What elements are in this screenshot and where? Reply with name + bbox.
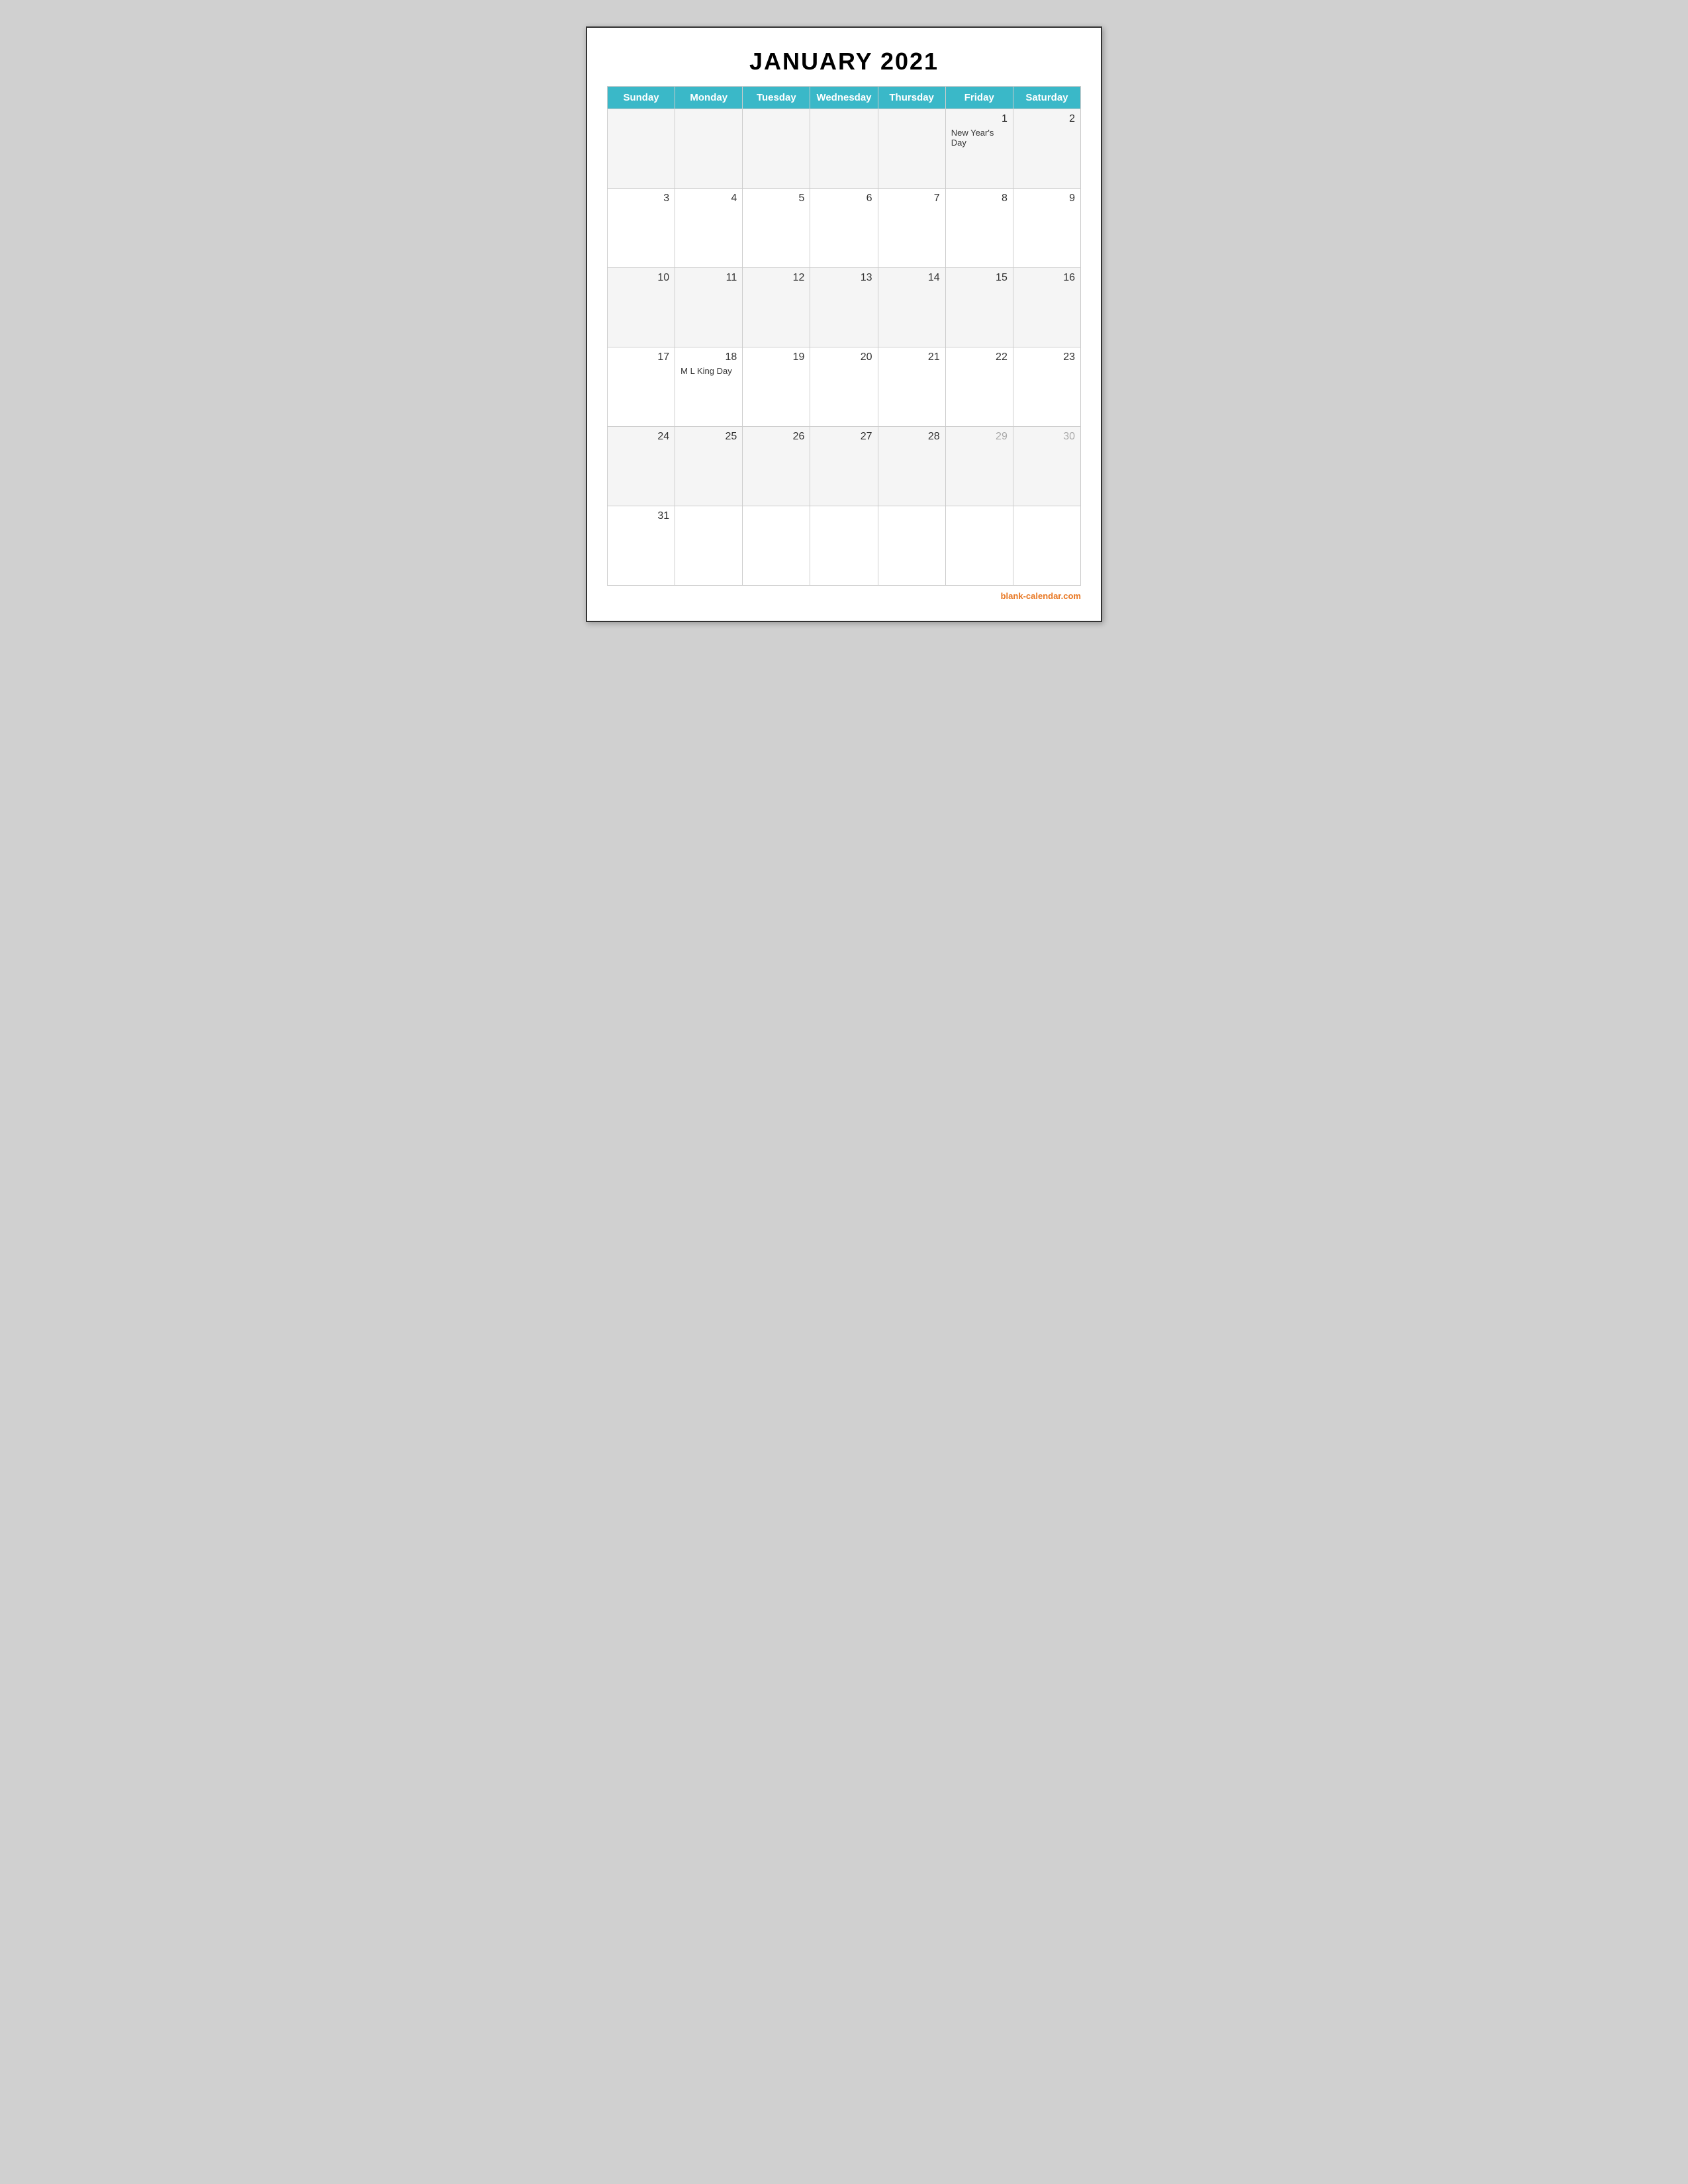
week-row-1: 1 New Year's Day 2 (608, 109, 1081, 189)
day-cell: 21 (878, 347, 945, 427)
day-cell (675, 109, 743, 189)
day-number: 5 (748, 193, 804, 205)
day-cell (743, 506, 810, 586)
day-number: 28 (884, 431, 940, 443)
day-cell: 6 (810, 189, 878, 268)
day-number: 2 (1019, 113, 1075, 125)
day-cell: 9 (1013, 189, 1080, 268)
week-row-2: 3456789 (608, 189, 1081, 268)
day-number: 11 (680, 272, 737, 284)
day-cell: 31 (608, 506, 675, 586)
day-cell (608, 109, 675, 189)
day-number: 27 (816, 431, 872, 443)
day-cell (675, 506, 743, 586)
day-cell (945, 506, 1013, 586)
day-cell: 24 (608, 427, 675, 506)
day-number: 21 (884, 351, 940, 363)
day-cell: 26 (743, 427, 810, 506)
day-cell: 19 (743, 347, 810, 427)
day-cell: 3 (608, 189, 675, 268)
day-number: 23 (1019, 351, 1075, 363)
calendar-table: SundayMondayTuesdayWednesdayThursdayFrid… (607, 86, 1081, 586)
day-number: 12 (748, 272, 804, 284)
day-cell: 22 (945, 347, 1013, 427)
day-number: 29 (951, 431, 1008, 443)
day-number: 14 (884, 272, 940, 284)
day-cell: 28 (878, 427, 945, 506)
day-cell: 17 (608, 347, 675, 427)
day-cell: 5 (743, 189, 810, 268)
day-number: 13 (816, 272, 872, 284)
day-cell: 8 (945, 189, 1013, 268)
header-cell-monday: Monday (675, 87, 743, 109)
footer: blank-calendar.com (607, 591, 1081, 601)
day-number: 1 (951, 113, 1008, 125)
day-number: 9 (1019, 193, 1075, 205)
day-cell (878, 109, 945, 189)
day-number: 10 (613, 272, 669, 284)
day-cell: 16 (1013, 268, 1080, 347)
holiday-label: New Year's Day (951, 128, 1008, 148)
day-number: 26 (748, 431, 804, 443)
header-cell-friday: Friday (945, 87, 1013, 109)
calendar-title: JANUARY 2021 (607, 48, 1081, 75)
header-cell-saturday: Saturday (1013, 87, 1080, 109)
day-number: 6 (816, 193, 872, 205)
day-cell: 23 (1013, 347, 1080, 427)
week-row-3: 10 11 12 13 14 15 16 (608, 268, 1081, 347)
day-cell: 27 (810, 427, 878, 506)
week-row-5: 24 25 26 27 28 29 30 (608, 427, 1081, 506)
header-row: SundayMondayTuesdayWednesdayThursdayFrid… (608, 87, 1081, 109)
day-number: 7 (884, 193, 940, 205)
week-row-6: 31 (608, 506, 1081, 586)
day-cell: 29 (945, 427, 1013, 506)
header-cell-sunday: Sunday (608, 87, 675, 109)
holiday-label: M L King Day (680, 366, 737, 376)
day-cell (810, 109, 878, 189)
day-number: 25 (680, 431, 737, 443)
day-cell: 30 (1013, 427, 1080, 506)
day-cell: 2 (1013, 109, 1080, 189)
day-number: 17 (613, 351, 669, 363)
day-cell: 7 (878, 189, 945, 268)
day-cell: 25 (675, 427, 743, 506)
calendar-page: JANUARY 2021 SundayMondayTuesdayWednesda… (586, 26, 1102, 622)
day-cell: 13 (810, 268, 878, 347)
day-cell: 12 (743, 268, 810, 347)
day-number: 15 (951, 272, 1008, 284)
day-cell (743, 109, 810, 189)
day-cell: 18 M L King Day (675, 347, 743, 427)
day-number: 18 (680, 351, 737, 363)
footer-link: blank-calendar.com (1001, 591, 1081, 601)
day-cell: 14 (878, 268, 945, 347)
day-number: 4 (680, 193, 737, 205)
day-cell: 15 (945, 268, 1013, 347)
day-number: 31 (613, 510, 669, 522)
header-cell-tuesday: Tuesday (743, 87, 810, 109)
header-cell-wednesday: Wednesday (810, 87, 878, 109)
day-cell: 10 (608, 268, 675, 347)
day-number: 8 (951, 193, 1008, 205)
day-number: 24 (613, 431, 669, 443)
day-number: 22 (951, 351, 1008, 363)
day-cell (810, 506, 878, 586)
day-number: 16 (1019, 272, 1075, 284)
header-cell-thursday: Thursday (878, 87, 945, 109)
day-number: 30 (1019, 431, 1075, 443)
day-number: 19 (748, 351, 804, 363)
week-row-4: 17 18 M L King Day 19 20 21 22 23 (608, 347, 1081, 427)
day-number: 20 (816, 351, 872, 363)
day-cell: 1 New Year's Day (945, 109, 1013, 189)
day-cell: 4 (675, 189, 743, 268)
day-cell: 11 (675, 268, 743, 347)
day-number: 3 (613, 193, 669, 205)
day-cell (878, 506, 945, 586)
day-cell: 20 (810, 347, 878, 427)
day-cell (1013, 506, 1080, 586)
